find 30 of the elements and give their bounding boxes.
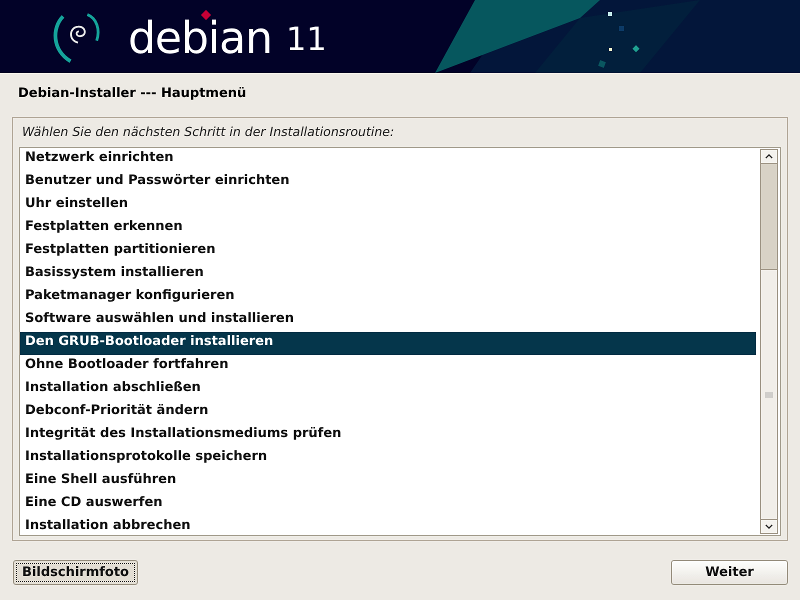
scroll-down-button[interactable] (761, 520, 777, 533)
scroll-thumb[interactable] (761, 269, 777, 519)
menu-item[interactable]: Netzwerk einrichten (20, 148, 756, 171)
menu-item[interactable]: Den GRUB-Bootloader installieren (20, 332, 756, 355)
caret-down-icon (765, 524, 773, 529)
menu-item[interactable]: Installation abschließen (20, 378, 756, 401)
menu-item[interactable]: Software auswählen und installieren (20, 309, 756, 332)
screenshot-button[interactable]: Bildschirmfoto (13, 560, 138, 585)
version-number: 11 (286, 23, 327, 55)
menu-item[interactable]: Installation abbrechen (20, 516, 756, 539)
menu-item[interactable]: Debconf-Priorität ändern (20, 401, 756, 424)
menu-item[interactable]: Basissystem installieren (20, 263, 756, 286)
menu-item[interactable]: Ohne Bootloader fortfahren (20, 355, 756, 378)
scrollbar[interactable] (760, 149, 778, 534)
menu-item[interactable]: Installationsprotokolle speichern (20, 447, 756, 470)
menu-item[interactable]: Festplatten partitionieren (20, 240, 756, 263)
window-title: Debian-Installer --- Hauptmenü (17, 85, 248, 103)
menu-item[interactable]: Paketmanager konfigurieren (20, 286, 756, 309)
menu-item[interactable]: Festplatten erkennen (20, 217, 756, 240)
menu-item[interactable]: Uhr einstellen (20, 194, 756, 217)
scroll-up-button[interactable] (761, 150, 777, 163)
menu-item[interactable]: Eine CD auswerfen (20, 493, 756, 516)
caret-up-icon (765, 154, 773, 159)
continue-button[interactable]: Weiter (671, 560, 788, 585)
menu-item[interactable]: Eine Shell ausführen (20, 470, 756, 493)
logo-text: debian (128, 17, 272, 61)
menu-item[interactable]: Benutzer und Passwörter einrichten (20, 171, 756, 194)
menu-item[interactable]: Integrität des Installationsmediums prüfen (20, 424, 756, 447)
grip-icon (765, 392, 773, 398)
prompt-text: Wählen Sie den nächsten Schritt in der Installationsroutine: (21, 124, 396, 141)
